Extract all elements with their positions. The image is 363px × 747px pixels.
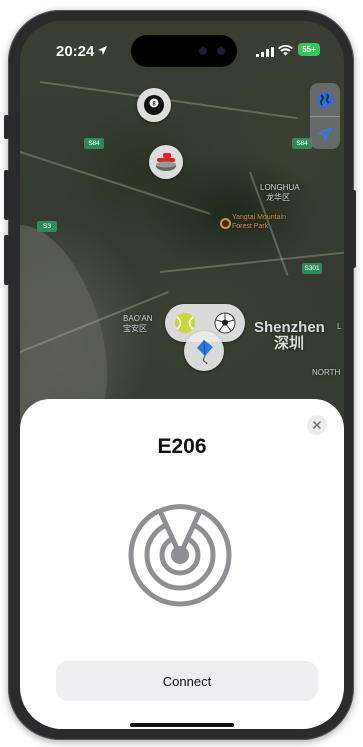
- island-camera: [217, 47, 225, 55]
- highway-shield: S301: [302, 263, 322, 274]
- district-label-north: NORTH: [312, 368, 341, 377]
- billiard-pin[interactable]: 8: [137, 88, 171, 122]
- highway-shield: S84: [84, 138, 104, 149]
- island-sensor: [199, 47, 207, 55]
- city-label-cn: 深圳: [274, 335, 305, 352]
- poi-marker[interactable]: [220, 218, 231, 229]
- map-controls: [310, 83, 340, 149]
- device-sheet: E206 Connect: [20, 399, 344, 729]
- district-label-longhua: LONGHUA: [260, 183, 300, 192]
- power-button: [351, 190, 356, 268]
- edge-label: L: [337, 322, 342, 331]
- location-arrow-status-icon: [97, 45, 108, 56]
- map-style-button[interactable]: [310, 83, 340, 116]
- volume-up-button: [4, 170, 9, 220]
- district-label-longhua-cn: 龙华区: [266, 193, 290, 202]
- action-button: [4, 115, 9, 139]
- poi-label: Forest Park: [232, 223, 269, 230]
- radar-icon: [128, 503, 232, 607]
- city-label: Shenzhen: [254, 319, 325, 336]
- status-time: 20:24: [56, 43, 95, 60]
- connect-button[interactable]: Connect: [56, 661, 318, 701]
- curling-stone-icon: [156, 153, 176, 171]
- district-label-baoan-cn: 宝安区: [123, 324, 147, 333]
- billiard-ball-icon: 8: [144, 95, 164, 115]
- tennis-ball-icon: [175, 313, 195, 333]
- home-indicator[interactable]: [130, 723, 234, 727]
- current-location-button[interactable]: [310, 117, 340, 149]
- district-label-baoan: BAO'AN: [123, 314, 153, 323]
- volume-down-button: [4, 235, 9, 285]
- status-bar: 20:24 55+: [20, 21, 344, 75]
- device-title: E206: [157, 435, 207, 458]
- kite-icon: [197, 339, 213, 364]
- highway-shield: S3: [37, 221, 57, 232]
- wifi-icon: [278, 45, 293, 56]
- screen: S84 S84 S3 S301 LONGHUA 龙华区 Yangtai Moun…: [20, 21, 344, 729]
- curling-pin[interactable]: [149, 145, 183, 179]
- location-arrow-icon: [318, 126, 332, 141]
- kite-pin[interactable]: [184, 331, 224, 371]
- globe-icon: [317, 91, 333, 108]
- cellular-signal-icon: [256, 47, 274, 57]
- soccer-ball-icon: [214, 312, 236, 334]
- close-icon: [313, 421, 321, 429]
- close-button[interactable]: [307, 415, 327, 435]
- battery-indicator: 55+: [298, 43, 320, 56]
- highway-shield: S84: [292, 138, 312, 149]
- dynamic-island: [131, 35, 237, 67]
